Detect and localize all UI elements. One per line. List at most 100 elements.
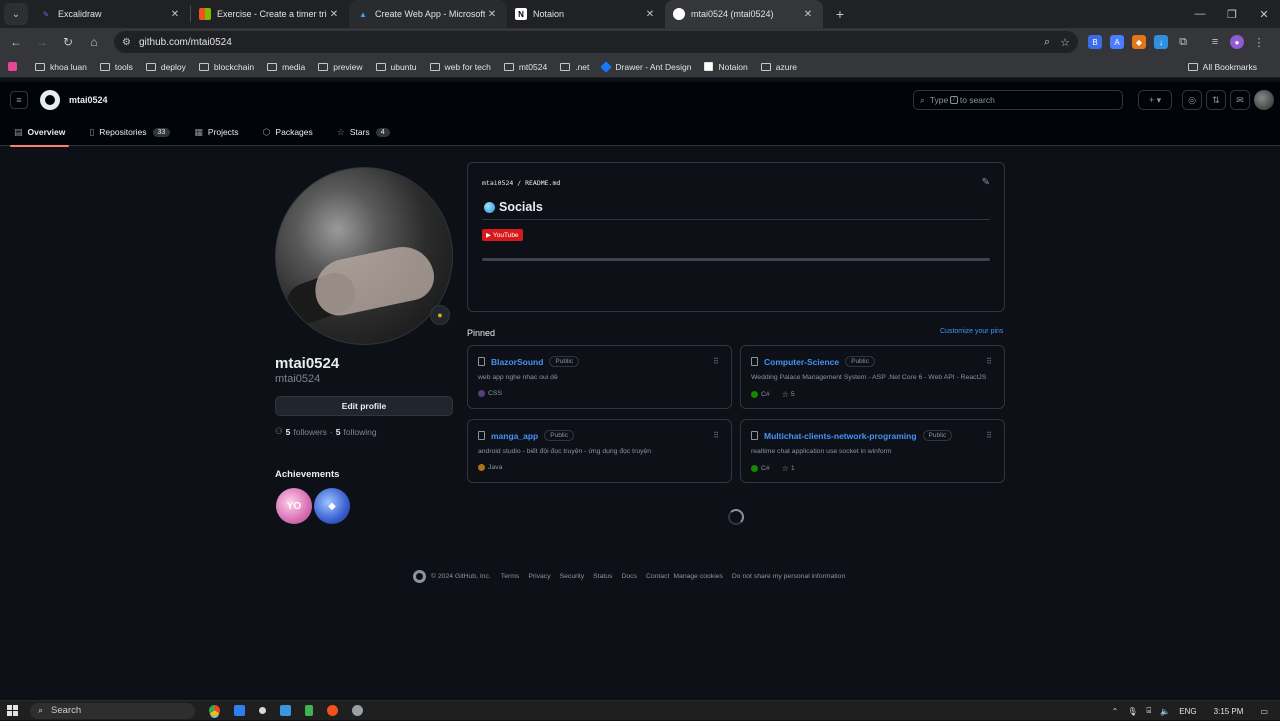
close-icon[interactable]: ✕ bbox=[485, 9, 499, 20]
followers-count[interactable]: 5 bbox=[286, 427, 291, 437]
youtube-badge[interactable]: ▶ YouTube bbox=[482, 229, 523, 241]
volume-icon[interactable]: 🔈 bbox=[1160, 707, 1170, 716]
drag-handle-icon[interactable]: ⠿ bbox=[713, 431, 719, 440]
bookmark-folder[interactable]: khoa luan bbox=[35, 62, 87, 72]
app-icon[interactable] bbox=[259, 707, 266, 714]
app-icon[interactable] bbox=[327, 705, 338, 716]
back-icon[interactable]: ← bbox=[4, 30, 28, 54]
following-label[interactable]: following bbox=[343, 427, 376, 437]
close-icon[interactable]: ✕ bbox=[168, 9, 182, 20]
bookmark-folder[interactable]: tools bbox=[99, 62, 133, 72]
close-window-icon[interactable]: ✕ bbox=[1248, 0, 1280, 28]
bookmark-folder[interactable]: preview bbox=[318, 62, 363, 72]
extension-icon[interactable]: B bbox=[1088, 35, 1102, 49]
close-icon[interactable]: ✕ bbox=[801, 9, 815, 20]
footer-link-status[interactable]: Status bbox=[593, 573, 612, 580]
forward-icon[interactable]: → bbox=[30, 30, 54, 54]
bookmark-folder[interactable]: blockchain bbox=[198, 62, 254, 72]
footer-link-privacy[interactable]: Privacy bbox=[528, 573, 550, 580]
bookmark-folder[interactable]: web for tech bbox=[429, 62, 491, 72]
bookmark-star-icon[interactable]: ☆ bbox=[1060, 36, 1070, 49]
reload-icon[interactable]: ↻ bbox=[56, 30, 80, 54]
repo-name-link[interactable]: BlazorSound bbox=[491, 357, 543, 367]
star-icon[interactable]: ☆ bbox=[782, 390, 789, 399]
input-language[interactable]: ENG bbox=[1179, 707, 1196, 716]
search-input[interactable]: ⌕ Type / to search bbox=[913, 90, 1123, 110]
header-username[interactable]: mtai0524 bbox=[69, 95, 108, 105]
chevron-up-icon[interactable]: ⌃ bbox=[1112, 707, 1119, 716]
tab-repositories[interactable]: ▯ Repositories 33 bbox=[85, 118, 174, 146]
new-tab-button[interactable]: + bbox=[829, 6, 851, 22]
star-icon[interactable]: ☆ bbox=[782, 464, 789, 473]
profile-avatar-icon[interactable]: ● bbox=[1230, 35, 1244, 49]
readme-path-user[interactable]: mtai0524 bbox=[482, 179, 513, 187]
app-icon[interactable] bbox=[305, 705, 313, 716]
yolo-achievement-badge[interactable]: YO bbox=[276, 488, 312, 524]
clock[interactable]: 3:15 PM bbox=[1214, 707, 1244, 716]
menu-icon[interactable]: ≡ bbox=[10, 91, 28, 109]
repo-name-link[interactable]: Multichat-clients-network-programing bbox=[764, 431, 917, 441]
footer-link-contact[interactable]: Contact bbox=[646, 573, 669, 580]
following-count[interactable]: 5 bbox=[336, 427, 341, 437]
tab-packages[interactable]: ⬡ Packages bbox=[259, 118, 317, 146]
microphone-icon[interactable]: 🎙 bbox=[1127, 707, 1137, 716]
zoom-icon[interactable]: ⌕ bbox=[1044, 36, 1050, 49]
bookmark-link[interactable]: Drawer - Ant Design bbox=[600, 60, 691, 73]
tab-projects[interactable]: ▦ Projects bbox=[190, 118, 242, 146]
customize-pins-link[interactable]: Customize your pins bbox=[940, 328, 1003, 335]
bookmark-folder[interactable]: deploy bbox=[145, 62, 186, 72]
bookmark-folder[interactable]: mt0524 bbox=[503, 62, 547, 72]
chrome-icon[interactable] bbox=[209, 705, 220, 716]
inbox-icon[interactable]: ✉ bbox=[1230, 90, 1250, 110]
edit-profile-button[interactable]: Edit profile bbox=[275, 396, 453, 416]
address-bar[interactable]: ⚙ github.com/mtai0524 ⌕ ☆ bbox=[114, 31, 1078, 53]
metamask-icon[interactable]: ◆ bbox=[1132, 35, 1146, 49]
tab-excalidraw[interactable]: ✎ Excalidraw ✕ bbox=[32, 0, 190, 28]
followers-label[interactable]: followers bbox=[293, 427, 327, 437]
github-logo-icon[interactable] bbox=[413, 570, 426, 583]
repo-name-link[interactable]: manga_app bbox=[491, 431, 538, 441]
profile-avatar[interactable] bbox=[275, 167, 453, 345]
home-icon[interactable]: ⌂ bbox=[82, 30, 106, 54]
taskbar-search[interactable]: ⌕ Search bbox=[30, 702, 195, 719]
network-icon[interactable]: ⌸ bbox=[1147, 706, 1152, 716]
minimize-icon[interactable]: — bbox=[1184, 0, 1216, 28]
tab-notaion[interactable]: N Notaion ✕ bbox=[507, 0, 665, 28]
footer-link-terms[interactable]: Terms bbox=[501, 573, 520, 580]
github-logo-icon[interactable] bbox=[40, 90, 60, 110]
pull-requests-icon[interactable]: ⇅ bbox=[1206, 90, 1226, 110]
repo-stars[interactable]: 5 bbox=[791, 391, 795, 398]
more-menu-icon[interactable]: ⋮ bbox=[1252, 35, 1266, 49]
bookmark-link[interactable]: Notaion bbox=[704, 62, 748, 72]
all-bookmarks-button[interactable]: All Bookmarks bbox=[1187, 56, 1257, 78]
footer-link-do-not-share[interactable]: Do not share my personal information bbox=[732, 573, 845, 580]
tab-exercise-timer-trigger[interactable]: Exercise - Create a timer trigger ✕ bbox=[191, 0, 349, 28]
bookmark-folder[interactable]: ubuntu bbox=[375, 62, 417, 72]
readme-path-file[interactable]: README.md bbox=[525, 179, 560, 187]
tab-search-menu-button[interactable]: ⌄ bbox=[4, 3, 28, 25]
tab-create-web-app[interactable]: ▲ Create Web App - Microsoft Azure ✕ bbox=[349, 0, 507, 28]
close-icon[interactable]: ✕ bbox=[643, 9, 657, 20]
user-avatar[interactable] bbox=[1254, 90, 1274, 110]
bookmark-folder[interactable]: .net bbox=[560, 62, 589, 72]
drag-handle-icon[interactable]: ⠿ bbox=[986, 431, 992, 440]
bookmark-folder[interactable]: azure bbox=[760, 62, 797, 72]
create-new-button[interactable]: + ▾ bbox=[1138, 90, 1172, 110]
reading-list-icon[interactable]: ≡ bbox=[1208, 35, 1222, 49]
puzzle-icon[interactable]: ⧉ bbox=[1176, 35, 1190, 49]
app-icon[interactable] bbox=[352, 705, 363, 716]
bookmark-folder[interactable]: media bbox=[267, 62, 305, 72]
vscode-icon[interactable] bbox=[234, 705, 245, 716]
tab-overview[interactable]: ▤ Overview bbox=[10, 118, 70, 147]
site-info-icon[interactable]: ⚙ bbox=[122, 37, 131, 48]
extension-icon[interactable]: ↓ bbox=[1154, 35, 1168, 49]
restore-icon[interactable]: ❐ bbox=[1216, 0, 1248, 28]
close-icon[interactable]: ✕ bbox=[327, 9, 341, 20]
tab-github-profile[interactable]: mtai0524 (mtai0524) ✕ bbox=[665, 0, 823, 28]
repo-stars[interactable]: 1 bbox=[791, 465, 795, 472]
windows-start-icon[interactable] bbox=[7, 705, 18, 716]
edit-pencil-icon[interactable]: ✎ bbox=[982, 177, 990, 188]
status-emoji-button[interactable]: ● bbox=[430, 305, 450, 325]
translate-icon[interactable]: A bbox=[1110, 35, 1124, 49]
repo-name-link[interactable]: Computer-Science bbox=[764, 357, 839, 367]
